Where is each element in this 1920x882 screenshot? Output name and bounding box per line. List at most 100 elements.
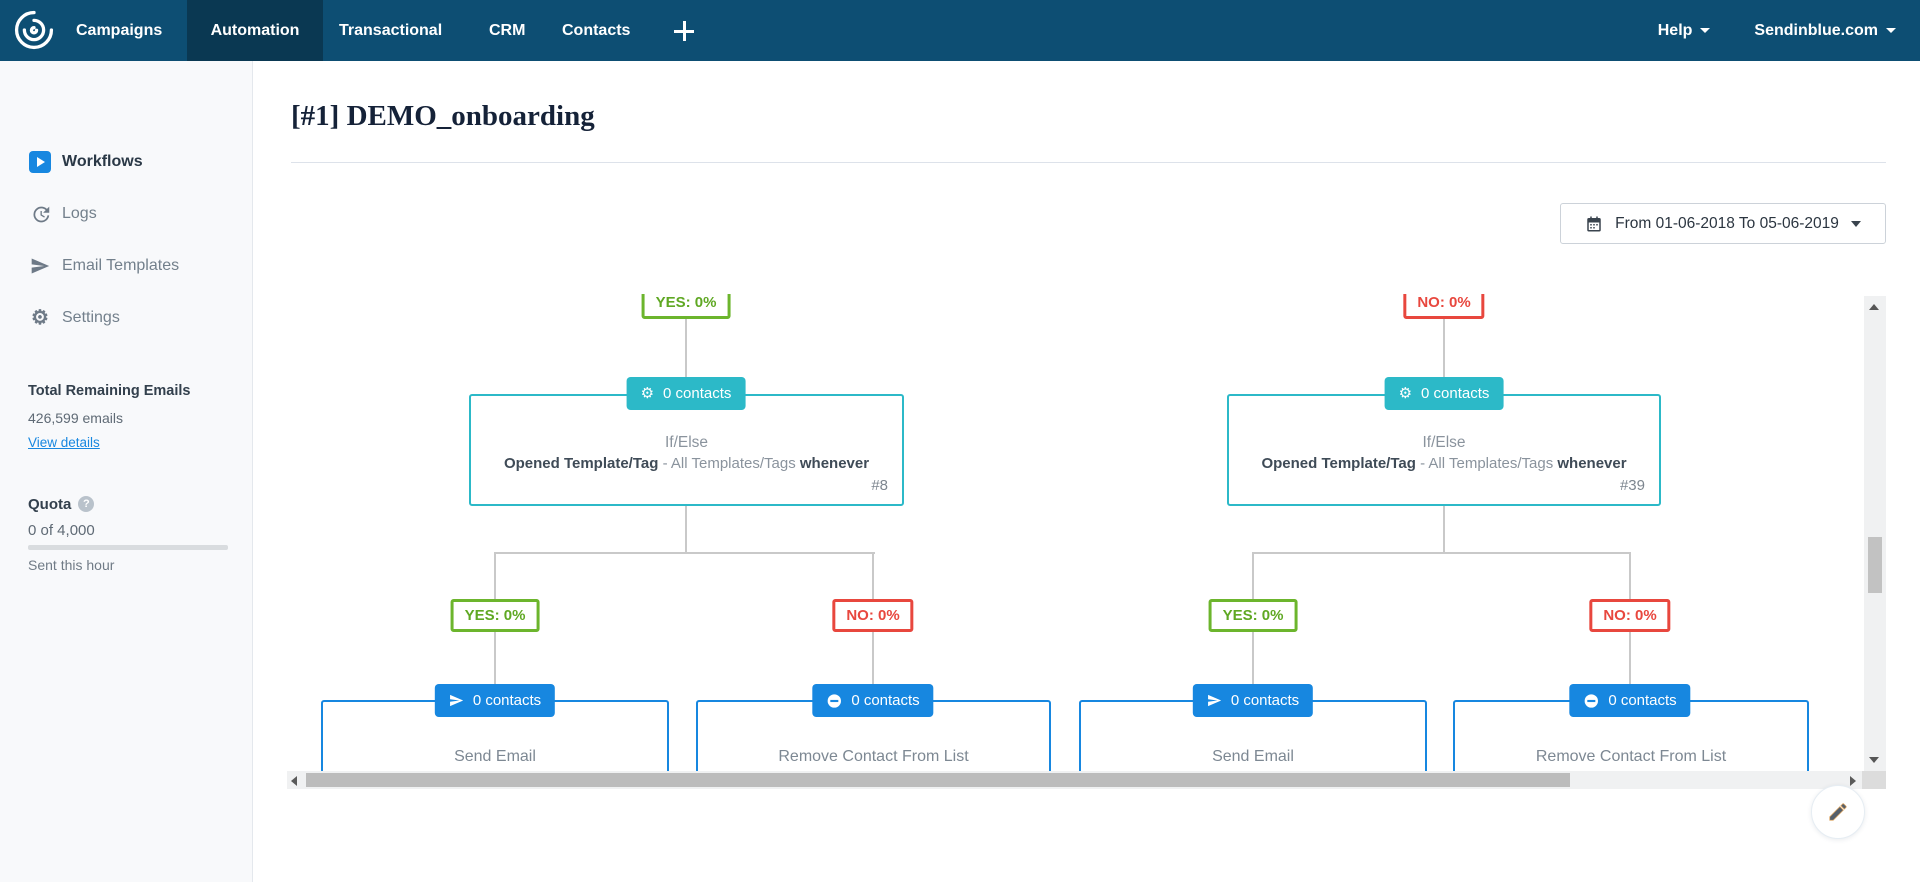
title-divider [291,162,1886,163]
node-type-label: Remove Contact From List [1455,748,1807,766]
quota-title: Quota? [28,496,94,513]
connector [1253,552,1631,554]
gear-icon: ⚙ [28,306,52,330]
nav-item-campaigns[interactable]: Campaigns [76,0,162,61]
account-label: Sendinblue.com [1754,22,1878,40]
sidebar-item-logs[interactable]: Logs [0,197,253,231]
contacts-count-pill[interactable]: 0 contacts [812,684,933,717]
desc-bold: whenever [800,455,869,472]
sidebar-item-email-templates[interactable]: Email Templates [0,249,253,283]
contacts-count-label: 0 contacts [1608,692,1676,709]
node-id: #39 [1229,477,1645,494]
help-circle-icon[interactable]: ? [78,496,94,512]
connector [1629,552,1631,604]
top-nav: Campaigns Automation Transactional CRM C… [0,0,1920,61]
sidebar-label-settings: Settings [62,309,120,327]
scroll-left-icon[interactable] [291,776,297,786]
scroll-down-icon[interactable] [1869,757,1879,763]
nav-item-automation[interactable]: Automation [187,0,323,61]
ifelse-node[interactable]: If/Else Opened Template/Tag - All Templa… [1227,394,1661,506]
connector [872,632,874,686]
sidebar-item-settings[interactable]: ⚙ Settings [0,301,253,335]
view-details-link[interactable]: View details [28,435,100,450]
sidebar-item-workflows[interactable]: Workflows [0,145,253,179]
gears-icon: ⚙ [641,386,654,401]
vertical-scroll-thumb[interactable] [1868,537,1882,593]
connector [685,314,687,379]
sidebar: Workflows Logs Email Templates ⚙ Setting… [0,61,253,882]
plus-icon [674,21,694,41]
help-menu[interactable]: Help [1658,22,1711,40]
quota-title-text: Quota [28,496,71,513]
desc-plain: - All Templates/Tags [658,455,799,472]
desc-bold: whenever [1557,455,1626,472]
scrollbar-corner [1862,771,1886,789]
edit-workflow-button[interactable] [1811,785,1865,839]
scroll-up-icon[interactable] [1869,304,1879,310]
quota-value: 0 of 4,000 [28,522,95,539]
help-label: Help [1658,22,1693,40]
date-range-label: From 01-06-2018 To 05-06-2019 [1615,215,1839,233]
contacts-count-pill[interactable]: 0 contacts [435,684,555,717]
connector [1443,314,1445,379]
ifelse-node[interactable]: If/Else Opened Template/Tag - All Templa… [469,394,904,506]
send-icon [449,693,464,708]
add-tab-button[interactable] [664,0,704,61]
desc-bold: Opened Template/Tag [1261,455,1415,472]
nav-item-crm[interactable]: CRM [489,0,525,61]
branch-result-badge: NO: 0% [1589,599,1670,632]
vertical-scrollbar[interactable] [1864,296,1886,771]
desc-plain: - All Templates/Tags [1416,455,1557,472]
workflow-canvas[interactable]: YES: 0% ⚙ 0 contacts If/Else Opened Temp… [287,294,1864,771]
contacts-count-pill[interactable]: 0 contacts [1193,684,1313,717]
contacts-count-label: 0 contacts [1231,692,1299,709]
connector [1252,552,1254,604]
contacts-count-label: 0 contacts [473,692,541,709]
sendinblue-logo[interactable] [12,8,56,52]
sidebar-label-workflows: Workflows [62,153,143,171]
branch-result-badge: YES: 0% [642,294,731,319]
pencil-icon [1827,801,1849,823]
node-description: Opened Template/Tag - All Templates/Tags… [1229,455,1659,472]
desc-bold: Opened Template/Tag [504,455,658,472]
connector [1252,632,1254,686]
chevron-down-icon [1700,28,1710,33]
contacts-count-pill[interactable]: ⚙ 0 contacts [1385,377,1504,410]
contacts-count-pill[interactable]: 0 contacts [1569,684,1690,717]
node-description: Opened Template/Tag - All Templates/Tags… [471,455,902,472]
horizontal-scrollbar[interactable] [287,771,1862,789]
paper-plane-icon [28,254,52,278]
play-icon [28,150,52,174]
nav-item-transactional[interactable]: Transactional [339,0,442,61]
branch-result-badge: YES: 0% [451,599,540,632]
page-title: [#1] DEMO_onboarding [291,100,595,133]
connector [495,552,875,554]
nav-item-contacts[interactable]: Contacts [562,0,630,61]
node-type-label: If/Else [1229,434,1659,452]
minus-circle-icon [826,693,842,709]
scroll-right-icon[interactable] [1850,776,1856,786]
connector [1629,632,1631,686]
gears-icon: ⚙ [1399,386,1412,401]
contacts-count-pill[interactable]: ⚙ 0 contacts [627,377,746,410]
contacts-count-label: 0 contacts [1421,385,1489,402]
contacts-count-label: 0 contacts [663,385,731,402]
node-type-label: Remove Contact From List [698,748,1049,766]
node-type-label: Send Email [1081,748,1425,766]
remaining-emails-value: 426,599 emails [28,410,123,426]
node-type-label: If/Else [471,434,902,452]
date-range-filter[interactable]: From 01-06-2018 To 05-06-2019 [1560,203,1886,244]
sidebar-label-logs: Logs [62,205,97,223]
connector [872,552,874,604]
connector [494,552,496,604]
minus-circle-icon [1583,693,1599,709]
account-menu[interactable]: Sendinblue.com [1754,22,1896,40]
branch-result-badge: NO: 0% [1403,294,1484,319]
chevron-down-icon [1886,28,1896,33]
calendar-icon [1585,215,1603,233]
branch-result-badge: NO: 0% [832,599,913,632]
horizontal-scroll-thumb[interactable] [306,773,1570,787]
contacts-count-label: 0 contacts [851,692,919,709]
quota-caption: Sent this hour [28,557,114,573]
connector [494,632,496,686]
